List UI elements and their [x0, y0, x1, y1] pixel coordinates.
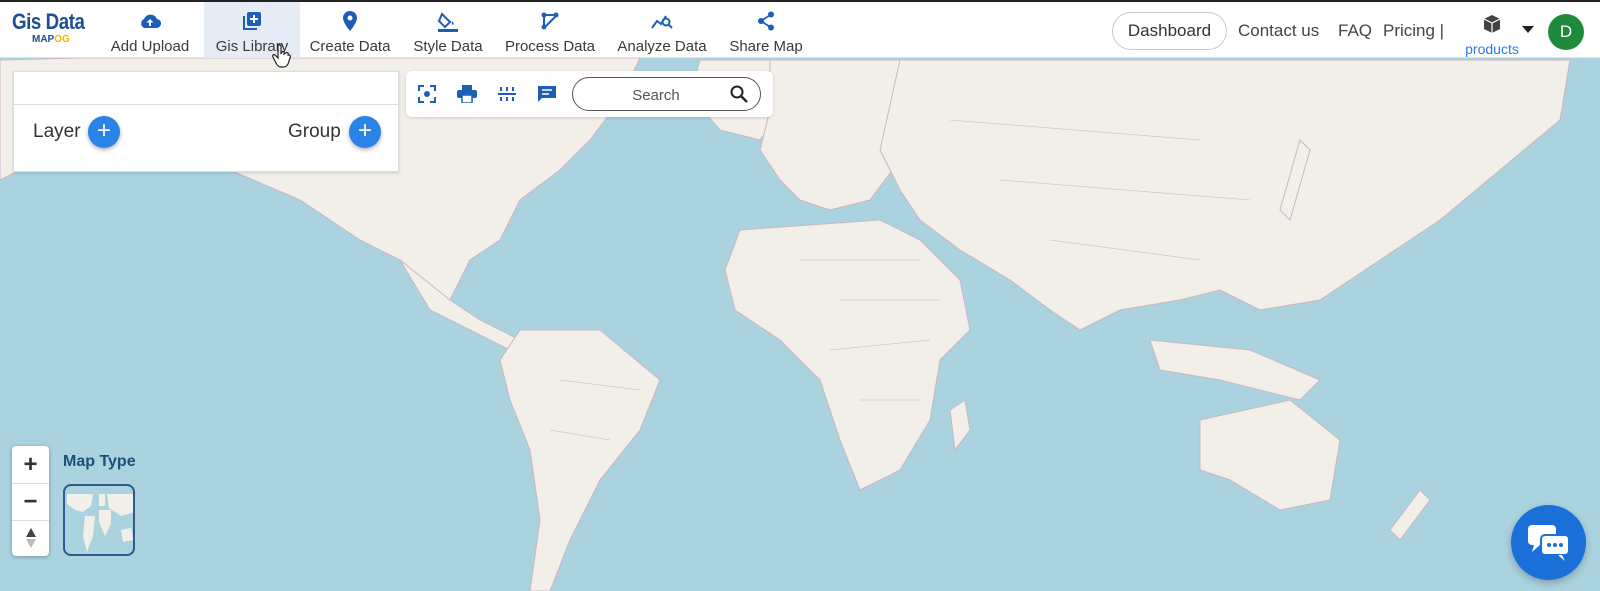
- search-input[interactable]: [591, 85, 721, 105]
- print-icon[interactable]: [456, 83, 478, 105]
- library-add-icon: [241, 10, 263, 32]
- nav-label: Process Data: [504, 38, 596, 55]
- share-icon: [755, 10, 777, 32]
- zoom-in-button[interactable]: +: [12, 447, 49, 483]
- brand-logo[interactable]: Gis Data MAPOG: [12, 10, 92, 54]
- cube-icon: [1482, 15, 1502, 38]
- products-label: products: [1465, 41, 1519, 57]
- reset-north-button[interactable]: [12, 520, 49, 556]
- zoom-control: + −: [12, 446, 49, 556]
- measure-icon[interactable]: [496, 83, 518, 105]
- faq-link[interactable]: FAQ: [1338, 21, 1372, 41]
- zoom-out-button[interactable]: −: [12, 484, 49, 520]
- nav-add-upload[interactable]: Add Upload: [106, 2, 194, 58]
- search-icon[interactable]: [730, 85, 748, 108]
- analyze-icon: [651, 10, 673, 32]
- dashboard-button[interactable]: Dashboard: [1112, 12, 1227, 50]
- brand-name: Gis Data: [12, 9, 85, 34]
- chevron-down-icon[interactable]: [1522, 26, 1534, 33]
- brand-sub: MAPOG: [32, 34, 70, 45]
- chat-icon: [1527, 524, 1570, 561]
- map-pin-icon: [339, 10, 361, 32]
- nav-analyze-data[interactable]: Analyze Data: [612, 2, 712, 58]
- map-type-label: Map Type: [63, 453, 136, 470]
- nav-style-data[interactable]: Style Data: [408, 2, 488, 58]
- search-box: [572, 77, 761, 111]
- cloud-upload-icon: [139, 10, 161, 32]
- chat-button[interactable]: [1511, 505, 1586, 580]
- hand-cursor-icon: [272, 44, 292, 68]
- world-thumbnail-icon: [67, 494, 133, 552]
- nav-create-data[interactable]: Create Data: [304, 2, 396, 58]
- nav-label: Analyze Data: [617, 38, 707, 55]
- fullscreen-icon[interactable]: [416, 83, 438, 105]
- nav-process-data[interactable]: Process Data: [500, 2, 600, 58]
- nav-label: Add Upload: [110, 38, 190, 55]
- map-type-thumbnail[interactable]: [63, 484, 135, 556]
- nav-label: Create Data: [309, 38, 391, 55]
- products-menu[interactable]: products: [1460, 14, 1524, 57]
- compass-icon: [25, 528, 36, 548]
- paint-bucket-icon: [437, 10, 459, 32]
- panel-divider: [14, 104, 398, 105]
- nav-label: Style Data: [413, 38, 483, 55]
- pricing-link[interactable]: Pricing |: [1383, 21, 1444, 41]
- process-icon: [539, 10, 561, 32]
- layer-label: Layer: [33, 121, 81, 142]
- comment-icon[interactable]: [536, 83, 558, 105]
- avatar[interactable]: D: [1548, 14, 1584, 50]
- add-group-button[interactable]: +: [349, 116, 381, 148]
- add-layer-button[interactable]: +: [88, 116, 120, 148]
- layer-panel: Layer + Group +: [13, 71, 399, 172]
- map-toolbar: [406, 71, 773, 117]
- nav-label: Share Map: [729, 38, 803, 55]
- nav-share-map[interactable]: Share Map: [724, 2, 808, 58]
- top-navbar: Gis Data MAPOG Add Upload Gis Library Cr…: [0, 0, 1600, 68]
- contact-us-link[interactable]: Contact us: [1238, 21, 1319, 41]
- group-label: Group: [288, 121, 341, 142]
